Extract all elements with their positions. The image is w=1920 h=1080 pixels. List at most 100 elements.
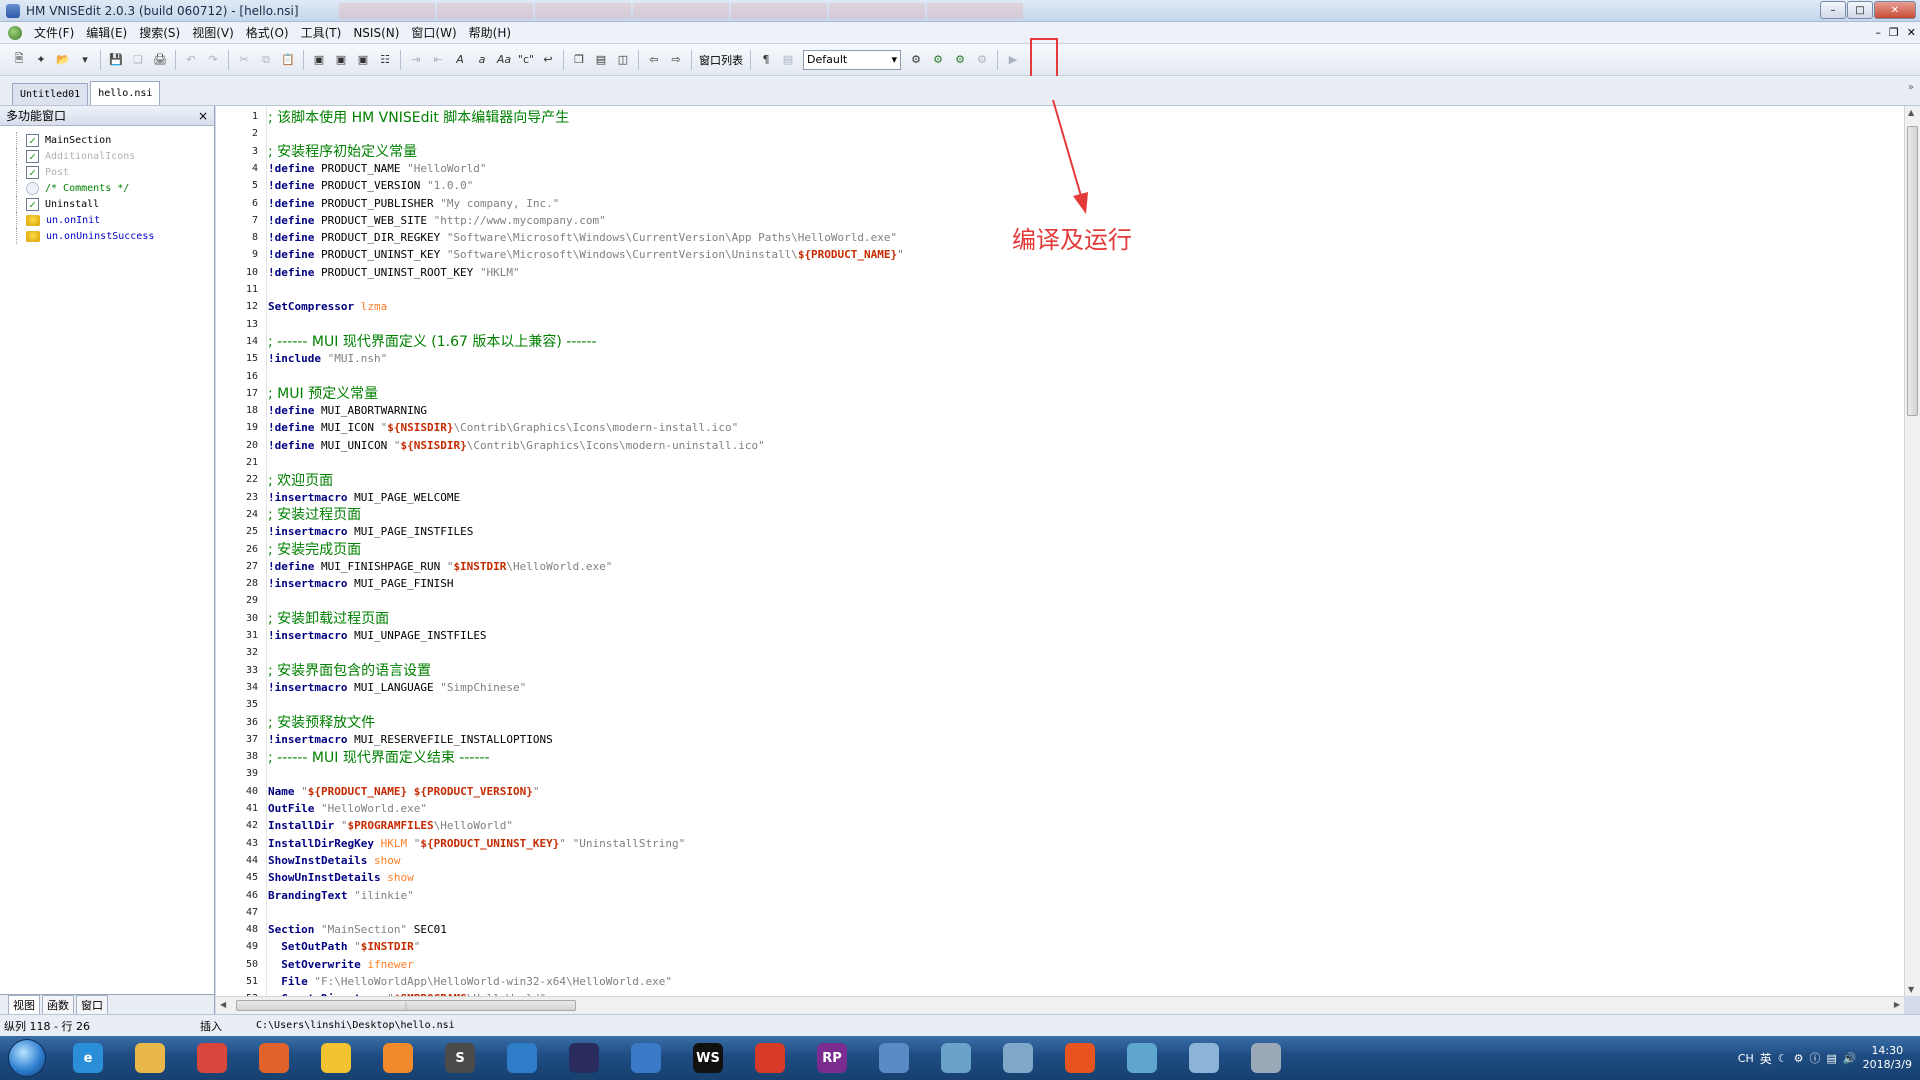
menu-tools[interactable]: 工具(T) xyxy=(295,24,348,41)
uppercase-icon[interactable]: A xyxy=(450,50,470,70)
menu-edit[interactable]: 编辑(E) xyxy=(80,24,133,41)
vertical-scrollbar[interactable]: ▲ ▼ xyxy=(1904,106,1920,996)
stop-compile-icon[interactable]: ⚙ xyxy=(972,50,992,70)
run-installer-icon[interactable]: ▶ xyxy=(1003,50,1023,70)
tray-moon-icon[interactable]: ☾ xyxy=(1778,1052,1788,1065)
taskbar-app[interactable]: S xyxy=(432,1038,488,1078)
horizontal-scrollbar[interactable]: ◀ ⋮ ▶ xyxy=(216,996,1904,1014)
wrap-icon[interactable]: ↩ xyxy=(538,50,558,70)
redo-icon[interactable]: ↷ xyxy=(203,50,223,70)
copy-icon[interactable]: ⧉ xyxy=(256,50,276,70)
new-file-icon[interactable]: 🗎 xyxy=(9,50,29,70)
taskbar-app[interactable] xyxy=(556,1038,612,1078)
toggle-case-icon[interactable]: Aa xyxy=(494,50,514,70)
close-button[interactable]: ✕ xyxy=(1874,1,1916,19)
taskbar-app[interactable] xyxy=(866,1038,922,1078)
taskbar-app[interactable]: RP xyxy=(804,1038,860,1078)
checkbox-checked-icon[interactable]: ✓ xyxy=(26,197,39,211)
cut-icon[interactable]: ✂ xyxy=(234,50,254,70)
previous-window-icon[interactable]: ⇦ xyxy=(644,50,664,70)
new-wizard-icon[interactable]: ✦ xyxy=(31,50,51,70)
scroll-left-icon[interactable]: ◀ xyxy=(220,1000,226,1009)
tab-untitled01[interactable]: Untitled01 xyxy=(12,83,89,105)
start-button[interactable] xyxy=(8,1039,46,1077)
print-icon[interactable]: 🖨 xyxy=(150,50,170,70)
checkbox-checked-icon[interactable]: ✓ xyxy=(26,165,39,179)
taskbar-app[interactable] xyxy=(184,1038,240,1078)
taskbar-app[interactable] xyxy=(122,1038,178,1078)
mdi-restore-button[interactable]: ❐ xyxy=(1889,26,1899,39)
tree-item[interactable]: ✓ Post xyxy=(10,164,214,180)
save-icon[interactable]: 💾 xyxy=(106,50,126,70)
scroll-down-icon[interactable]: ▼ xyxy=(1908,985,1914,994)
clock[interactable]: 14:30 2018/3/9 xyxy=(1863,1044,1912,1072)
scheme-settings-icon[interactable]: ⚙ xyxy=(906,50,926,70)
checkbox-checked-icon[interactable]: ✓ xyxy=(26,133,39,147)
compile-icon[interactable]: ⚙ xyxy=(928,50,948,70)
tree-item[interactable]: /* Comments */ xyxy=(10,180,214,196)
outdent-icon[interactable]: ⇤ xyxy=(428,50,448,70)
save-all-icon[interactable]: ❏ xyxy=(128,50,148,70)
taskbar-app[interactable] xyxy=(1052,1038,1108,1078)
panel-close-icon[interactable]: × xyxy=(198,109,208,123)
mdi-minimize-button[interactable]: – xyxy=(1875,26,1881,39)
taskbar-app[interactable] xyxy=(370,1038,426,1078)
document-icon[interactable] xyxy=(8,25,22,40)
tab-view[interactable]: 视图 xyxy=(8,994,40,1015)
tab-scroll-icon[interactable]: » xyxy=(1908,82,1914,93)
taskbar-app[interactable] xyxy=(1114,1038,1170,1078)
tree-item[interactable]: un.onUninstSuccess xyxy=(10,228,214,244)
taskbar-app[interactable] xyxy=(1176,1038,1232,1078)
vertical-scroll-thumb[interactable] xyxy=(1907,126,1918,416)
compile-and-run-icon[interactable]: ⚙ xyxy=(950,50,970,70)
taskbar-app[interactable] xyxy=(246,1038,302,1078)
menu-search[interactable]: 搜索(S) xyxy=(133,24,186,41)
tray-ch-label[interactable]: CH xyxy=(1738,1052,1754,1065)
tree-item[interactable]: ✓ MainSection xyxy=(10,132,214,148)
menu-help[interactable]: 帮助(H) xyxy=(463,24,517,41)
menu-file[interactable]: 文件(F) xyxy=(28,24,80,41)
taskbar-app[interactable] xyxy=(742,1038,798,1078)
color-scheme-select[interactable]: Default ▾ xyxy=(803,49,901,70)
taskbar-app[interactable] xyxy=(618,1038,674,1078)
next-window-icon[interactable]: ⇨ xyxy=(666,50,686,70)
tile-horizontal-icon[interactable]: ▤ xyxy=(591,50,611,70)
tile-vertical-icon[interactable]: ◫ xyxy=(613,50,633,70)
lowercase-icon[interactable]: a xyxy=(472,50,492,70)
find-icon[interactable]: ▣ xyxy=(309,50,329,70)
taskbar-app[interactable]: WS xyxy=(680,1038,736,1078)
tray-settings-icon[interactable]: ⚙ xyxy=(1794,1052,1804,1065)
dropdown-arrow-icon[interactable]: ▾ xyxy=(75,50,95,70)
quote-icon[interactable]: "c" xyxy=(516,50,536,70)
menu-window[interactable]: 窗口(W) xyxy=(405,24,462,41)
taskbar-app[interactable] xyxy=(308,1038,364,1078)
paste-icon[interactable]: 📋 xyxy=(278,50,298,70)
window-list-button[interactable]: 窗口列表 xyxy=(696,50,746,70)
tray-network-icon[interactable]: ▤ xyxy=(1826,1052,1836,1065)
scroll-right-icon[interactable]: ▶ xyxy=(1894,1000,1900,1009)
taskbar-app[interactable] xyxy=(928,1038,984,1078)
mdi-close-button[interactable]: ✕ xyxy=(1907,26,1916,39)
undo-icon[interactable]: ↶ xyxy=(181,50,201,70)
find-next-icon[interactable]: ▣ xyxy=(331,50,351,70)
goto-line-icon[interactable]: ☷ xyxy=(375,50,395,70)
view-whitespace-icon[interactable]: ▤ xyxy=(778,50,798,70)
maximize-button[interactable]: □ xyxy=(1847,1,1873,19)
checkbox-checked-icon[interactable]: ✓ xyxy=(26,149,39,163)
menu-nsis[interactable]: NSIS(N) xyxy=(347,26,405,40)
indent-icon[interactable]: ⇥ xyxy=(406,50,426,70)
taskbar-app[interactable] xyxy=(1238,1038,1294,1078)
tab-hello-nsi[interactable]: hello.nsi xyxy=(90,81,161,105)
paragraph-mark-icon[interactable]: ¶ xyxy=(756,50,776,70)
taskbar-app[interactable] xyxy=(990,1038,1046,1078)
menu-format[interactable]: 格式(O) xyxy=(240,24,295,41)
taskbar-app[interactable]: e xyxy=(60,1038,116,1078)
tray-volume-icon[interactable]: 🔊 xyxy=(1843,1052,1857,1065)
scroll-up-icon[interactable]: ▲ xyxy=(1908,108,1914,117)
tree-item[interactable]: un.onInit xyxy=(10,212,214,228)
menu-view[interactable]: 视图(V) xyxy=(186,24,240,41)
minimize-button[interactable]: – xyxy=(1820,1,1846,19)
tray-help-icon[interactable]: ⓘ xyxy=(1809,1050,1820,1066)
tree-item[interactable]: ✓ Uninstall xyxy=(10,196,214,212)
cascade-windows-icon[interactable]: ❐ xyxy=(569,50,589,70)
